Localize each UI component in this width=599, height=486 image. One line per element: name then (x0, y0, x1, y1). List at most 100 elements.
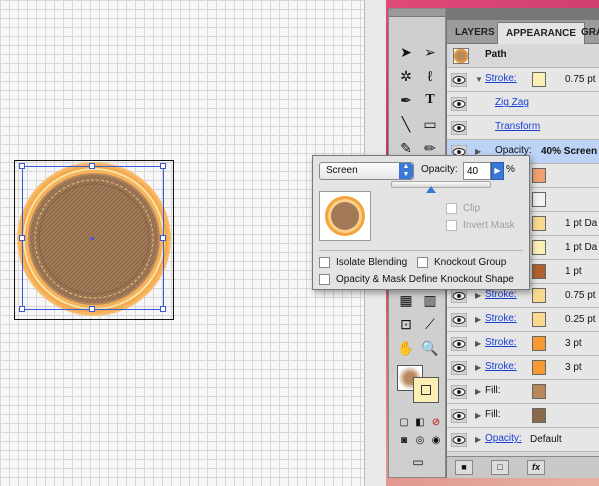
selection-tool-icon[interactable]: ➤ (395, 41, 417, 63)
zoom-tool-icon[interactable]: 🔍 (419, 337, 441, 359)
opacity-slider-toggle-icon[interactable]: ▶ (491, 162, 504, 180)
resize-handle-bm[interactable] (89, 306, 95, 312)
appearance-row-label[interactable]: Zig Zag (495, 97, 529, 108)
appearance-row-label[interactable]: Fill: (485, 385, 501, 396)
color-swatch[interactable] (532, 408, 546, 423)
isolate-blending-checkbox[interactable] (319, 257, 330, 268)
add-new-fill-button[interactable]: □ (491, 460, 509, 475)
pen-tool-icon[interactable]: ✒ (395, 89, 417, 111)
blend-mode-value: Screen (326, 165, 358, 176)
column-graph-tool-icon[interactable]: ▥ (419, 289, 441, 311)
resize-handle-tl[interactable] (19, 163, 25, 169)
appearance-row-label[interactable]: Stroke: (485, 73, 517, 84)
disclosure-closed-icon[interactable]: ▶ (475, 291, 481, 300)
visibility-eye-icon[interactable] (450, 336, 468, 352)
resize-handle-ml[interactable] (19, 235, 25, 241)
color-swatch[interactable] (532, 216, 546, 231)
add-effect-button[interactable]: fx (527, 460, 545, 475)
appearance-row-label[interactable]: Transform (495, 121, 540, 132)
disclosure-closed-icon[interactable]: ▶ (475, 363, 481, 372)
visibility-eye-icon[interactable] (450, 408, 468, 424)
appearance-row-label[interactable]: Stroke: (485, 289, 517, 300)
tab-layers[interactable]: LAYERS (447, 22, 503, 44)
artboard-canvas[interactable] (0, 0, 364, 486)
appearance-row-label[interactable]: Stroke: (485, 337, 517, 348)
color-swatch[interactable] (532, 264, 546, 279)
tab-graphic-styles[interactable]: GRA (573, 22, 599, 44)
appearance-row-label[interactable]: Stroke: (485, 361, 517, 372)
color-swatch[interactable] (532, 168, 546, 183)
blend-mode-select[interactable]: Screen ▲ ▼ (319, 162, 414, 180)
appearance-row[interactable]: Zig Zag (447, 92, 599, 116)
visibility-eye-icon[interactable] (450, 432, 468, 448)
visibility-eye-icon[interactable] (450, 360, 468, 376)
object-thumbnail-icon (325, 196, 365, 236)
disclosure-open-icon[interactable]: ▼ (475, 75, 483, 84)
color-swatch[interactable] (532, 312, 546, 327)
visibility-eye-icon[interactable] (450, 120, 468, 136)
knockout-group-checkbox[interactable] (417, 257, 428, 268)
resize-handle-bl[interactable] (19, 306, 25, 312)
resize-handle-tm[interactable] (89, 163, 95, 169)
appearance-row[interactable]: ▶ Stroke: 0.25 pt (447, 308, 599, 332)
appearance-row[interactable]: ▶ Stroke: 3 pt (447, 332, 599, 356)
add-new-stroke-button[interactable]: ■ (455, 460, 473, 475)
color-swatch[interactable] (532, 384, 546, 399)
type-tool-icon[interactable]: T (419, 89, 441, 111)
opacity-percent-sign: % (506, 164, 515, 175)
magic-wand-tool-icon[interactable]: ✲ (395, 65, 417, 87)
clip-checkbox[interactable] (446, 203, 457, 214)
resize-handle-tr[interactable] (160, 163, 166, 169)
hand-tool-icon[interactable]: ✋ (395, 337, 417, 359)
color-swatch[interactable] (532, 192, 546, 207)
rectangle-tool-icon[interactable]: ▭ (419, 113, 441, 135)
appearance-row-value: 3 pt (565, 338, 582, 349)
opacity-slider-thumb[interactable] (426, 186, 436, 193)
panel-title-bar[interactable] (447, 8, 599, 20)
disclosure-closed-icon[interactable]: ▶ (475, 339, 481, 348)
color-swatch[interactable] (532, 360, 546, 375)
graph-tool-icon[interactable]: ▦ (395, 289, 417, 311)
disclosure-closed-icon[interactable]: ▶ (475, 411, 481, 420)
disclosure-closed-icon[interactable]: ▶ (475, 435, 481, 444)
appearance-row[interactable]: ▼ Stroke: 0.75 pt (447, 68, 599, 92)
opacity-input[interactable] (463, 162, 491, 180)
appearance-row[interactable]: ▶ Fill: (447, 404, 599, 428)
panel-grip[interactable] (389, 9, 445, 17)
visibility-eye-icon[interactable] (450, 96, 468, 112)
screen-mode-icon[interactable]: ▭ (407, 451, 429, 473)
draw-inside-icon[interactable]: ◉ (425, 429, 447, 451)
clip-label: Clip (463, 203, 481, 214)
tab-appearance[interactable]: APPEARANCE (497, 22, 586, 44)
color-swatch[interactable] (532, 240, 546, 255)
direct-selection-tool-icon[interactable]: ➢ (419, 41, 441, 63)
line-tool-icon[interactable]: ╲ (395, 113, 417, 135)
stroke-swatch[interactable] (413, 377, 439, 403)
appearance-row-label[interactable]: Opacity: (485, 433, 522, 444)
center-point (91, 237, 94, 240)
knife-tool-icon[interactable]: ⟋ (419, 313, 441, 335)
opacity-slider-track[interactable] (391, 181, 491, 188)
slice-tool-icon[interactable]: ⊡ (395, 313, 417, 335)
resize-handle-mr[interactable] (160, 235, 166, 241)
color-swatch[interactable] (532, 288, 546, 303)
visibility-eye-icon[interactable] (450, 312, 468, 328)
opacity-mask-knockout-checkbox[interactable] (319, 274, 330, 285)
isolate-blending-label: Isolate Blending (336, 257, 408, 268)
visibility-eye-icon[interactable] (450, 384, 468, 400)
appearance-row[interactable]: ▶ Opacity: Default (447, 428, 599, 452)
lasso-tool-icon[interactable]: ℓ (419, 65, 441, 87)
visibility-eye-icon[interactable] (450, 288, 468, 304)
color-swatch[interactable] (532, 336, 546, 351)
visibility-eye-icon[interactable] (450, 72, 468, 88)
invert-mask-checkbox[interactable] (446, 220, 457, 231)
appearance-row-label[interactable]: Stroke: (485, 313, 517, 324)
appearance-row-label[interactable]: Fill: (485, 409, 501, 420)
appearance-row[interactable]: Transform (447, 116, 599, 140)
disclosure-closed-icon[interactable]: ▶ (475, 315, 481, 324)
resize-handle-br[interactable] (160, 306, 166, 312)
appearance-row[interactable]: ▶ Stroke: 3 pt (447, 356, 599, 380)
disclosure-closed-icon[interactable]: ▶ (475, 387, 481, 396)
appearance-row[interactable]: ▶ Fill: (447, 380, 599, 404)
color-swatch[interactable] (532, 72, 546, 87)
